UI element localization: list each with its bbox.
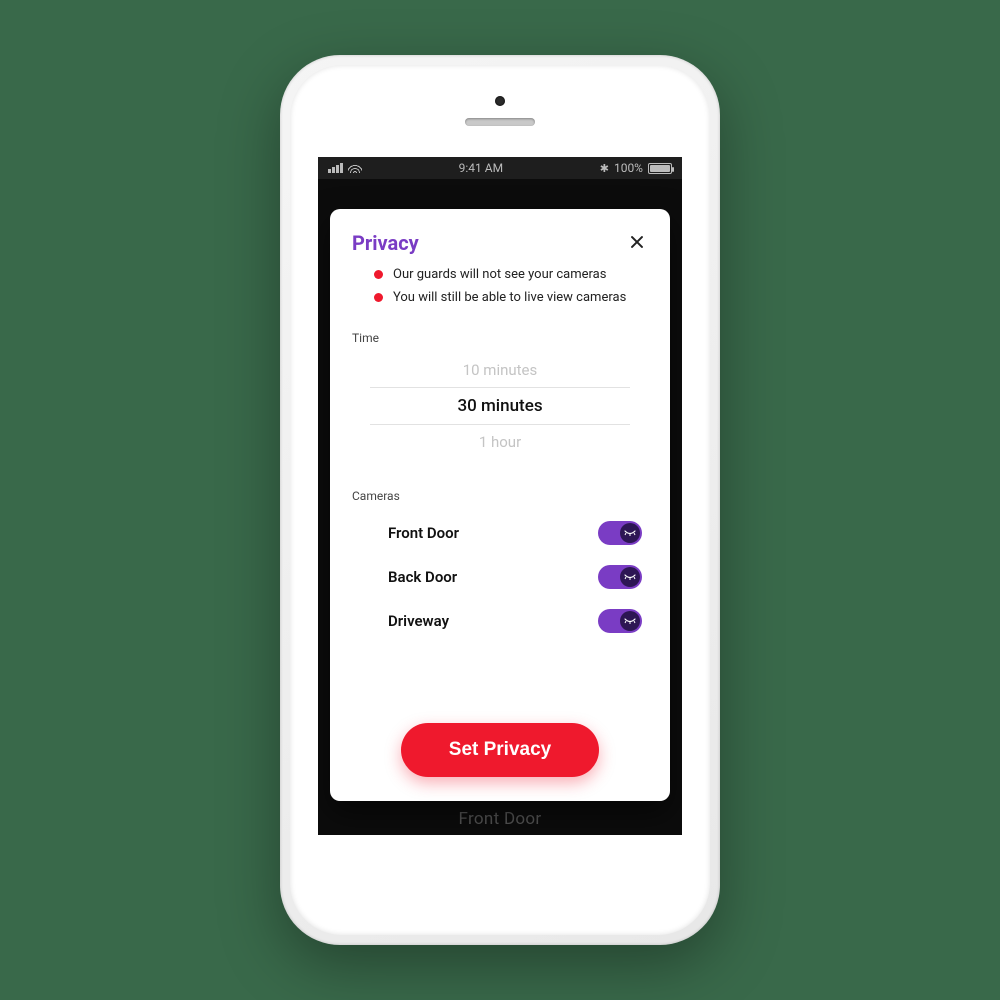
set-privacy-button[interactable]: Set Privacy — [401, 723, 599, 777]
background-peek-label: Front Door — [318, 809, 682, 829]
time-option-selected[interactable]: 30 minutes — [370, 388, 630, 425]
status-bar: 9:41 AM ✱ 100% — [318, 157, 682, 179]
hardware-top — [290, 65, 710, 157]
time-option[interactable]: 1 hour — [370, 425, 630, 459]
closed-eye-icon — [620, 567, 640, 587]
signal-bars-icon — [328, 163, 343, 173]
battery-icon — [648, 163, 672, 174]
front-camera — [495, 96, 505, 106]
info-bullet: You will still be able to live view came… — [374, 290, 648, 305]
camera-name: Front Door — [388, 524, 459, 542]
camera-name: Driveway — [388, 612, 449, 630]
camera-row: Back Door — [352, 555, 648, 599]
cameras-section-label: Cameras — [352, 489, 648, 503]
info-bullet: Our guards will not see your cameras — [374, 267, 648, 282]
iphone-inner: 9:41 AM ✱ 100% Front Door Privacy Our gu… — [290, 65, 710, 935]
battery-percent: 100% — [614, 161, 643, 175]
camera-row: Front Door — [352, 511, 648, 555]
privacy-modal: Privacy Our guards will not see your cam… — [330, 209, 670, 801]
closed-eye-icon — [620, 611, 640, 631]
time-section-label: Time — [352, 331, 648, 345]
camera-row: Driveway — [352, 599, 648, 643]
closed-eye-icon — [620, 523, 640, 543]
status-time: 9:41 AM — [459, 161, 503, 175]
iphone-frame: 9:41 AM ✱ 100% Front Door Privacy Our gu… — [280, 55, 720, 945]
camera-toggle[interactable] — [598, 565, 642, 589]
modal-title: Privacy — [352, 231, 419, 255]
bluetooth-icon: ✱ — [600, 162, 609, 175]
time-picker[interactable]: 10 minutes 30 minutes 1 hour — [370, 353, 630, 459]
camera-name: Back Door — [388, 568, 457, 586]
wifi-icon — [348, 163, 362, 173]
camera-toggle[interactable] — [598, 609, 642, 633]
earpiece-speaker — [465, 118, 535, 126]
close-icon[interactable] — [626, 231, 648, 253]
screen: 9:41 AM ✱ 100% Front Door Privacy Our gu… — [318, 157, 682, 835]
time-option[interactable]: 10 minutes — [370, 353, 630, 388]
camera-toggle[interactable] — [598, 521, 642, 545]
cameras-list: Front Door Back Door — [352, 511, 648, 643]
info-bullets: Our guards will not see your cameras You… — [374, 267, 648, 313]
